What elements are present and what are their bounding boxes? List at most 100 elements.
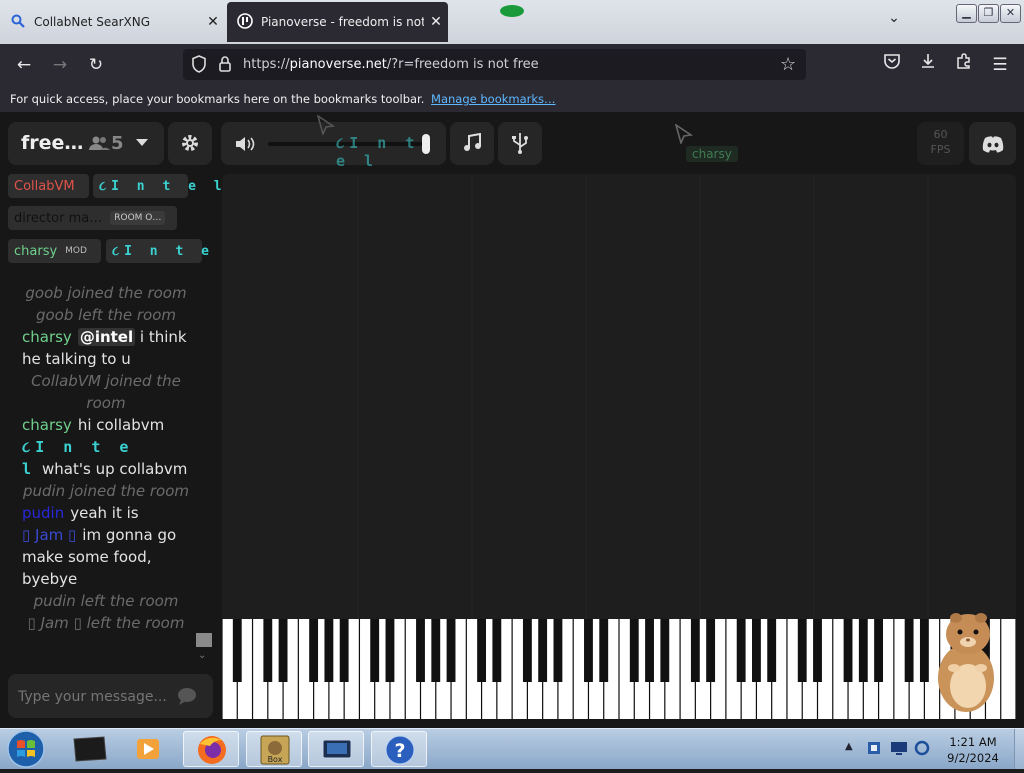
user-chip-collabvm[interactable]: CollabVM bbox=[8, 174, 89, 198]
back-button[interactable]: ← bbox=[10, 52, 38, 78]
piano-black-key[interactable] bbox=[752, 619, 761, 682]
downloads-icon[interactable] bbox=[914, 52, 942, 78]
piano-black-key[interactable] bbox=[736, 619, 746, 682]
piano-black-key[interactable] bbox=[446, 619, 456, 682]
piano-black-key[interactable] bbox=[339, 619, 349, 682]
start-orb[interactable] bbox=[4, 729, 48, 773]
chat-author[interactable]: charsy bbox=[22, 416, 72, 434]
chat-mention: @intel bbox=[77, 328, 136, 346]
help-icon[interactable]: ? bbox=[371, 731, 427, 767]
fps-counter: 60 FPS bbox=[917, 122, 964, 165]
piano-black-key[interactable] bbox=[385, 619, 395, 682]
svg-text:?: ? bbox=[394, 740, 405, 762]
chat-author[interactable]: charsy bbox=[22, 328, 72, 346]
piano-black-key[interactable] bbox=[706, 619, 716, 682]
show-hidden-icons-icon[interactable]: ▲ bbox=[845, 741, 853, 752]
fps-value: 60 bbox=[933, 128, 948, 141]
scroll-down-arrow-icon[interactable]: ⌄ bbox=[198, 650, 206, 661]
piano-black-key[interactable] bbox=[431, 619, 441, 682]
manage-bookmarks-link[interactable]: Manage bookmarks… bbox=[431, 92, 556, 106]
pocket-icon[interactable] bbox=[878, 52, 906, 78]
extensions-icon[interactable] bbox=[950, 52, 978, 78]
piano-black-key[interactable] bbox=[767, 619, 777, 682]
piano-black-key[interactable] bbox=[690, 619, 700, 682]
user-chip-intel-2[interactable]: ૮I n t e l bbox=[106, 239, 235, 263]
piano-black-key[interactable] bbox=[813, 619, 822, 682]
bookmarks-hint: For quick access, place your bookmarks h… bbox=[10, 92, 556, 106]
piano-black-key[interactable] bbox=[858, 619, 868, 682]
lock-icon[interactable] bbox=[218, 55, 232, 77]
chat-message: pudin yeah it is bbox=[22, 502, 190, 524]
browser-tab-strip: CollabNet SearXNG ✕ Pianoverse - freedom… bbox=[0, 0, 1024, 44]
piano-black-key[interactable] bbox=[538, 619, 548, 682]
windows-taskbar: Box ? ▲ 1:21 AM 9/2/2024 bbox=[0, 728, 1024, 769]
list-all-tabs-button[interactable]: ⌄ bbox=[880, 10, 908, 34]
piano-black-key[interactable] bbox=[263, 619, 273, 682]
piano-black-key[interactable] bbox=[324, 619, 334, 682]
sync-tray-icon[interactable] bbox=[914, 740, 930, 760]
media-player-icon[interactable] bbox=[121, 731, 177, 767]
menu-icon[interactable]: ☰ bbox=[986, 52, 1014, 78]
tab-title: Pianoverse - freedom is not free bbox=[261, 15, 424, 29]
minimize-window-button[interactable]: ▁ bbox=[956, 4, 977, 23]
vm-app-icon[interactable] bbox=[62, 731, 118, 767]
piano-black-key[interactable] bbox=[309, 619, 319, 682]
piano-black-key[interactable] bbox=[477, 619, 487, 682]
piano-black-key[interactable] bbox=[660, 619, 670, 682]
system-clock[interactable]: 1:21 AM 9/2/2024 bbox=[940, 734, 1006, 766]
shield-icon[interactable] bbox=[191, 55, 207, 77]
chat-system-message: pudin joined the room bbox=[22, 482, 190, 500]
piano-black-key[interactable] bbox=[599, 619, 609, 682]
piano-black-key[interactable] bbox=[232, 619, 242, 682]
chat-author[interactable]: pudin bbox=[22, 504, 64, 522]
chat-scrollbar-thumb[interactable] bbox=[196, 633, 212, 647]
chat-author[interactable]: ▯ Jam ▯ bbox=[22, 526, 76, 544]
discord-button[interactable] bbox=[969, 122, 1016, 165]
chat-input[interactable] bbox=[8, 674, 213, 718]
reload-button[interactable]: ↻ bbox=[82, 52, 110, 78]
piano-black-key[interactable] bbox=[629, 619, 639, 682]
restore-window-button[interactable]: ❐ bbox=[978, 4, 999, 23]
show-desktop-button[interactable] bbox=[1014, 729, 1024, 769]
piano-black-key[interactable] bbox=[843, 619, 853, 682]
chat-bubble-icon[interactable] bbox=[177, 687, 197, 709]
user-chip-charsy[interactable]: charsy MOD bbox=[8, 239, 101, 263]
piano-black-key[interactable] bbox=[278, 619, 288, 682]
piano-black-key[interactable] bbox=[645, 619, 654, 682]
piano-black-key[interactable] bbox=[874, 619, 884, 682]
midi-usb-button[interactable] bbox=[498, 122, 542, 165]
close-window-button[interactable]: ✕ bbox=[1000, 4, 1021, 23]
tab-collabnet-searxng[interactable]: CollabNet SearXNG ✕ bbox=[0, 2, 225, 42]
piano-black-key[interactable] bbox=[416, 619, 425, 682]
speaker-icon[interactable] bbox=[235, 135, 257, 157]
piano-black-key[interactable] bbox=[492, 619, 502, 682]
address-bar[interactable]: https://pianoverse.net/?r=freedom is not… bbox=[183, 49, 806, 80]
display-tray-icon[interactable] bbox=[890, 740, 908, 760]
piano-black-key[interactable] bbox=[553, 619, 563, 682]
room-selector[interactable]: free… 5 bbox=[8, 122, 164, 165]
piano-keyboard[interactable] bbox=[222, 619, 1016, 719]
piano-black-key[interactable] bbox=[584, 619, 593, 682]
url-text[interactable]: https://pianoverse.net/?r=freedom is not… bbox=[243, 57, 539, 72]
piano-black-key[interactable] bbox=[904, 619, 914, 682]
tab-pianoverse[interactable]: Pianoverse - freedom is not free ✕ bbox=[227, 2, 448, 42]
firefox-icon[interactable] bbox=[183, 731, 239, 767]
instrument-button[interactable] bbox=[450, 122, 494, 165]
close-tab-icon[interactable]: ✕ bbox=[201, 14, 225, 30]
piano-black-key[interactable] bbox=[522, 619, 532, 682]
bookmark-star-icon[interactable]: ☆ bbox=[780, 54, 796, 75]
close-tab-icon[interactable]: ✕ bbox=[424, 14, 448, 30]
user-chip-intel[interactable]: ૮I n t e l bbox=[93, 174, 222, 198]
network-tray-icon[interactable] bbox=[866, 740, 882, 760]
chevron-down-icon[interactable] bbox=[134, 134, 150, 154]
chat-input-field[interactable] bbox=[16, 685, 180, 709]
box-app-icon[interactable]: Box bbox=[246, 731, 302, 767]
settings-button[interactable] bbox=[168, 122, 212, 165]
remote-cursor-label: charsy bbox=[686, 146, 738, 162]
room-name: free… bbox=[21, 132, 84, 154]
forward-button[interactable]: → bbox=[46, 52, 74, 78]
piano-black-key[interactable] bbox=[797, 619, 807, 682]
piano-black-key[interactable] bbox=[370, 619, 380, 682]
user-chip-director[interactable]: director ma… ROOM O… bbox=[8, 206, 177, 230]
remote-desktop-icon[interactable] bbox=[308, 731, 364, 767]
